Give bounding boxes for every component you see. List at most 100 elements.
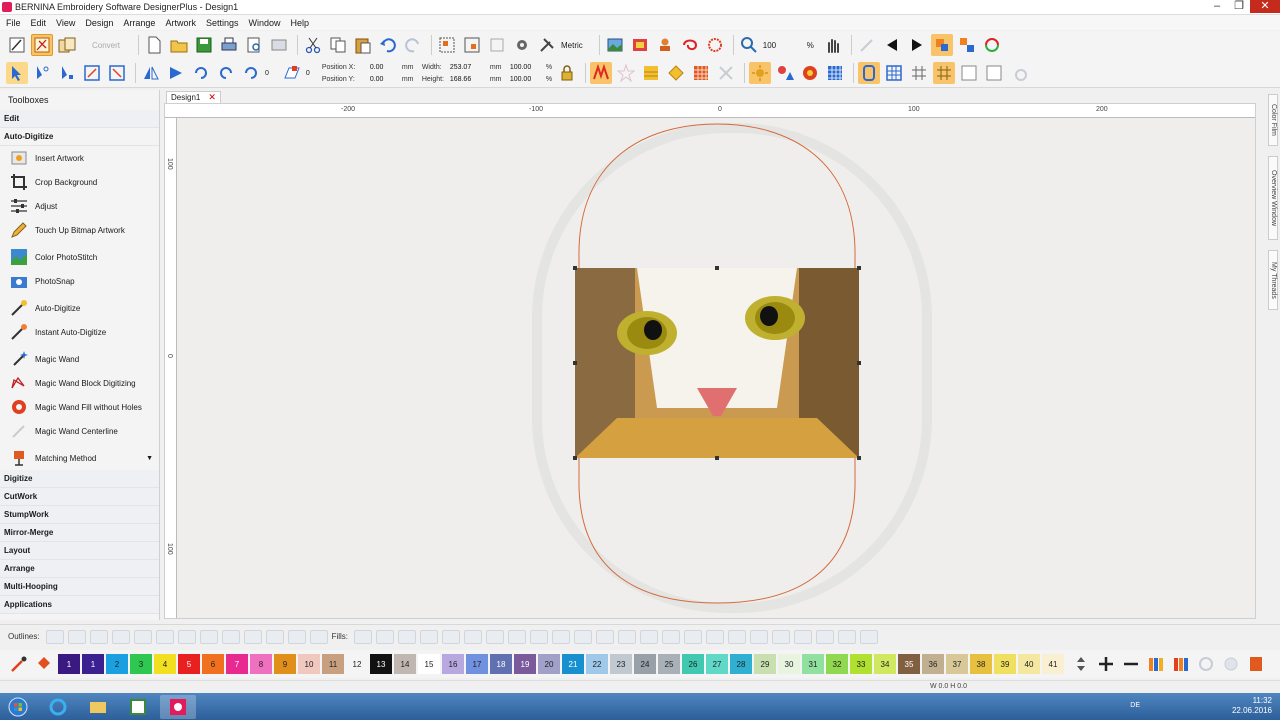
category-mirror-merge[interactable]: Mirror-Merge	[0, 524, 159, 542]
taskbar-ie[interactable]	[40, 695, 76, 719]
category-applications[interactable]: Applications	[0, 596, 159, 614]
tool-color-photostitch[interactable]: Color PhotoStitch	[0, 245, 159, 269]
show-artwork-button[interactable]	[604, 34, 626, 56]
remove-color-button[interactable]	[1120, 653, 1142, 675]
thread-color-swatch[interactable]: 13	[370, 654, 392, 674]
outline-type-button[interactable]	[155, 629, 174, 644]
embroidery-canvas-button[interactable]	[31, 34, 53, 56]
close-button[interactable]: ✕	[1250, 0, 1280, 13]
outline-type-button[interactable]	[111, 629, 130, 644]
thread-color-swatch[interactable]: 30	[778, 654, 800, 674]
thread-color-swatch[interactable]: 4	[154, 654, 176, 674]
export-button[interactable]	[268, 34, 290, 56]
thread-color-swatch[interactable]: 8	[250, 654, 272, 674]
thread-color-swatch[interactable]: 12	[346, 654, 368, 674]
start-button[interactable]	[0, 695, 36, 719]
thread-chart-button[interactable]	[1145, 653, 1167, 675]
thread-color-swatch[interactable]: 11	[322, 654, 344, 674]
show-stitches-button[interactable]	[629, 34, 651, 56]
thread-color-swatch[interactable]: 32	[826, 654, 848, 674]
group-button[interactable]	[436, 34, 458, 56]
tool-magic-wand-block[interactable]: Magic Wand Block Digitizing	[0, 371, 159, 395]
scroll-colors-button[interactable]	[1070, 653, 1092, 675]
thread-color-swatch[interactable]: 38	[970, 654, 992, 674]
thread-color-swatch[interactable]: 6	[202, 654, 224, 674]
menu-window[interactable]: Window	[248, 18, 280, 28]
stitch-player-button[interactable]	[1008, 62, 1030, 84]
hoop-settings-button[interactable]	[511, 34, 533, 56]
thread-color-swatch[interactable]: 34	[874, 654, 896, 674]
mirror-horizontal-button[interactable]	[140, 62, 162, 84]
lock-proportions-button[interactable]	[556, 62, 578, 84]
fill-type-button[interactable]	[794, 629, 813, 644]
width-field[interactable]: 253.07	[450, 64, 490, 71]
save-button[interactable]	[193, 34, 215, 56]
side-tab-overview-window[interactable]: Overview Window	[1268, 156, 1278, 240]
lock-button[interactable]	[486, 34, 508, 56]
thread-color-swatch[interactable]: 14	[394, 654, 416, 674]
thread-color-swatch[interactable]: 39	[994, 654, 1016, 674]
fill-type-button[interactable]	[552, 629, 571, 644]
fill-type-button[interactable]	[706, 629, 725, 644]
input-language[interactable]: DE	[1130, 702, 1140, 709]
select-objects-button[interactable]	[930, 34, 953, 56]
maximize-button[interactable]: ❐	[1228, 0, 1250, 13]
grid-button[interactable]	[824, 62, 846, 84]
thread-color-swatch[interactable]: 1	[82, 654, 104, 674]
tool-adjust[interactable]: Adjust	[0, 194, 159, 218]
fill-type-button[interactable]	[464, 629, 483, 644]
height-percent-field[interactable]: 100.00	[510, 76, 546, 83]
thread-color-swatch[interactable]: 25	[658, 654, 680, 674]
page-view-alt-button[interactable]	[983, 62, 1005, 84]
eyedropper-button[interactable]	[8, 653, 30, 675]
tool-crop-background[interactable]: Crop Background	[0, 170, 159, 194]
fill-type-button[interactable]	[750, 629, 769, 644]
color-wheel-button[interactable]	[748, 62, 771, 84]
thread-color-swatch[interactable]: 7	[226, 654, 248, 674]
chevron-down-icon[interactable]: ▼	[146, 455, 153, 462]
minimize-button[interactable]: –	[1206, 0, 1228, 13]
pan-button[interactable]	[822, 34, 844, 56]
open-button[interactable]	[168, 34, 190, 56]
outline-type-button[interactable]	[243, 629, 262, 644]
menu-help[interactable]: Help	[291, 18, 310, 28]
thread-color-swatch[interactable]: 28	[730, 654, 752, 674]
width-percent-field[interactable]: 100.00	[510, 64, 546, 71]
thread-color-swatch[interactable]: 26	[682, 654, 704, 674]
scale-proportional-button[interactable]	[106, 62, 128, 84]
select-point-button[interactable]	[56, 62, 78, 84]
thread-color-swatch[interactable]: 19	[514, 654, 536, 674]
fancy-fill-button[interactable]	[665, 62, 687, 84]
fill-type-button[interactable]	[398, 629, 417, 644]
fill-type-button[interactable]	[574, 629, 593, 644]
mirror-vertical-button[interactable]	[165, 62, 187, 84]
thread-color-swatch[interactable]: 40	[1018, 654, 1040, 674]
menu-settings[interactable]: Settings	[206, 18, 239, 28]
fill-type-button[interactable]	[442, 629, 461, 644]
zoom-button[interactable]	[738, 34, 760, 56]
magnify-off-button[interactable]	[856, 34, 878, 56]
outline-type-button[interactable]	[221, 629, 240, 644]
thread-color-swatch[interactable]: 24	[634, 654, 656, 674]
shapes-button[interactable]	[774, 62, 796, 84]
side-tab-color-film[interactable]: Color Film	[1268, 94, 1278, 146]
system-clock[interactable]: 11:32 22.06.2016	[1232, 696, 1272, 716]
fill-type-button[interactable]	[860, 629, 879, 644]
menu-view[interactable]: View	[56, 18, 75, 28]
options-button[interactable]	[536, 34, 558, 56]
hoop-color-button[interactable]	[1245, 653, 1267, 675]
thread-color-swatch[interactable]: 36	[922, 654, 944, 674]
rotate-right-button[interactable]	[215, 62, 237, 84]
copy-button[interactable]	[327, 34, 349, 56]
ungroup-button[interactable]	[461, 34, 483, 56]
menu-file[interactable]: File	[6, 18, 21, 28]
fill-type-button[interactable]	[772, 629, 791, 644]
fill-type-button[interactable]	[354, 629, 373, 644]
tool-instant-auto-digitize[interactable]: Instant Auto-Digitize	[0, 320, 159, 344]
rotate-angle-field[interactable]: 0	[265, 70, 269, 77]
fill-type-button[interactable]	[596, 629, 615, 644]
category-multi-hooping[interactable]: Multi-Hooping	[0, 578, 159, 596]
thread-color-swatch[interactable]: 37	[946, 654, 968, 674]
design-canvas[interactable]: -200 -100 0 100 200 100 0 100	[164, 103, 1256, 619]
paint-bucket-button[interactable]	[33, 653, 55, 675]
